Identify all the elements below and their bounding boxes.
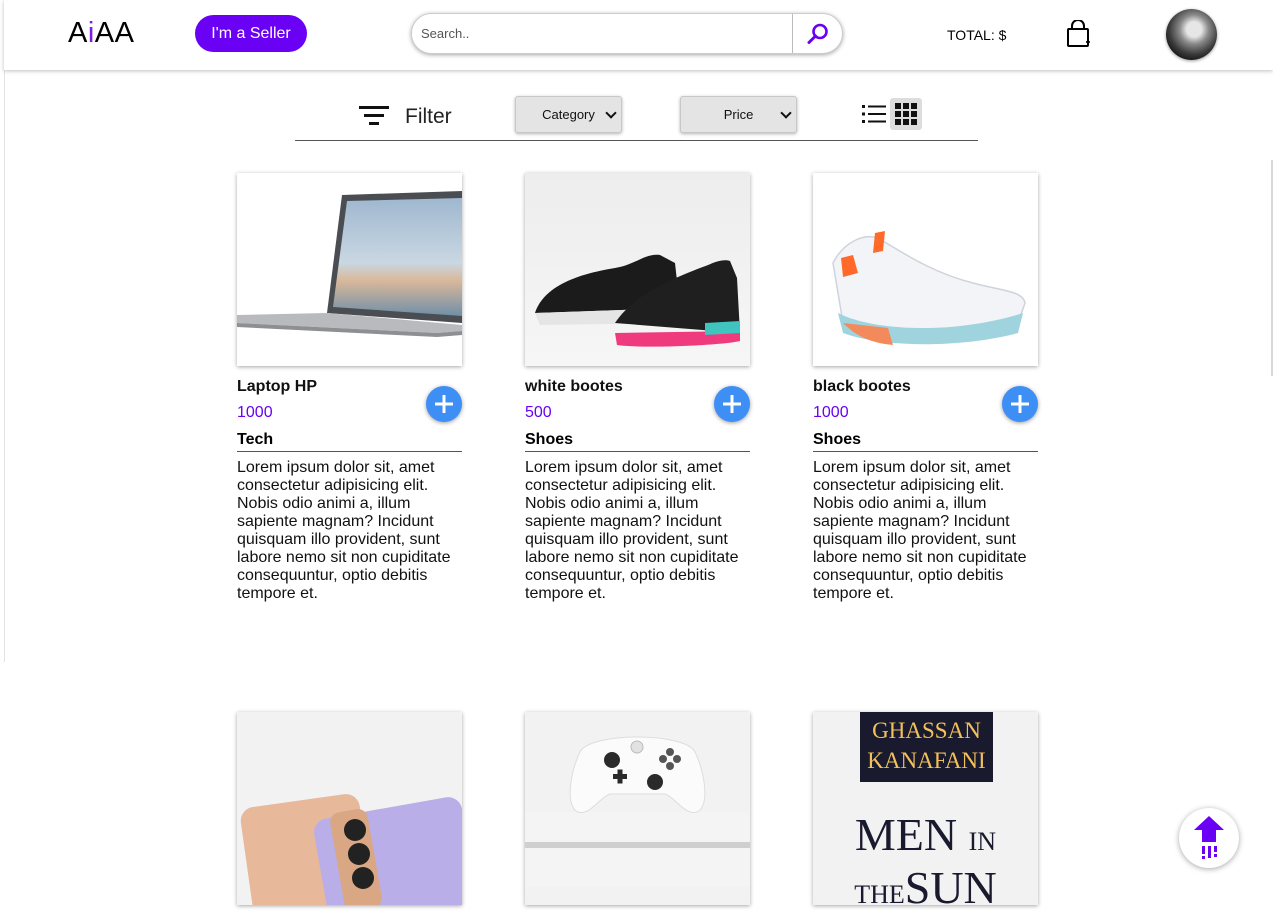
product-description: Lorem ipsum dolor sit, amet consectetur … <box>237 459 451 602</box>
category-select[interactable]: Category <box>515 96 622 133</box>
product-description: Lorem ipsum dolor sit, amet consectetur … <box>525 459 739 602</box>
product-card[interactable] <box>525 712 750 905</box>
product-card[interactable]: white bootes 500 Shoes Lorem ipsum dolor… <box>525 173 750 603</box>
price-select-value: Price <box>723 107 754 122</box>
grid-view-icon <box>895 103 917 125</box>
product-card[interactable]: GHASSAN KANAFANI MEN IN THESUN <box>813 712 1038 905</box>
product-category: Shoes <box>525 431 750 452</box>
product-card[interactable] <box>237 712 462 905</box>
book-author: GHASSAN KANAFANI <box>867 718 986 773</box>
product-image-book[interactable]: GHASSAN KANAFANI MEN IN THESUN <box>813 712 1038 905</box>
filter-label[interactable]: Filter <box>405 105 452 129</box>
cart-total: TOTAL: $ <box>947 27 1007 43</box>
chevron-down-icon <box>780 107 792 119</box>
product-image-phone[interactable] <box>237 712 462 905</box>
product-image-sneakers-black[interactable] <box>525 173 750 366</box>
list-view-icon[interactable] <box>862 104 886 124</box>
add-to-cart-button[interactable] <box>426 386 462 422</box>
book-title: MEN IN THESUN <box>854 809 997 906</box>
shopping-bag-icon[interactable] <box>1066 20 1090 48</box>
filter-icon[interactable] <box>359 104 391 128</box>
plus-icon <box>435 395 453 413</box>
product-card[interactable]: black bootes 1000 Shoes Lorem ipsum dolo… <box>813 173 1038 603</box>
grid-view-button[interactable] <box>890 98 922 130</box>
filter-bar: Filter Category Price <box>295 90 978 141</box>
top-navbar: AiAA I'm a Seller TOTAL: $ <box>4 0 1273 70</box>
category-select-value: Category <box>542 107 595 122</box>
page-edge-left <box>0 70 5 662</box>
product-description: Lorem ipsum dolor sit, amet consectetur … <box>813 459 1027 602</box>
product-image-xbox[interactable] <box>525 712 750 905</box>
product-image-sneaker-white[interactable] <box>813 173 1038 366</box>
search-button[interactable] <box>792 14 842 53</box>
product-category: Tech <box>237 431 462 452</box>
product-card[interactable]: Laptop HP 1000 Tech Lorem ipsum dolor si… <box>237 173 462 603</box>
product-image-laptop[interactable] <box>237 173 462 366</box>
plus-icon <box>1011 395 1029 413</box>
site-logo[interactable]: AiAA <box>68 17 134 50</box>
seller-button[interactable]: I'm a Seller <box>195 15 307 52</box>
add-to-cart-button[interactable] <box>714 386 750 422</box>
add-to-cart-button[interactable] <box>1002 386 1038 422</box>
plus-icon <box>723 395 741 413</box>
arrow-up-icon <box>1194 816 1224 859</box>
chevron-down-icon <box>605 107 617 119</box>
search-icon <box>807 23 828 44</box>
product-category: Shoes <box>813 431 1038 452</box>
price-select[interactable]: Price <box>680 96 797 133</box>
user-avatar[interactable] <box>1166 9 1217 60</box>
search-bar <box>411 13 843 54</box>
scroll-top-button[interactable] <box>1179 808 1239 868</box>
search-input[interactable] <box>412 14 792 53</box>
